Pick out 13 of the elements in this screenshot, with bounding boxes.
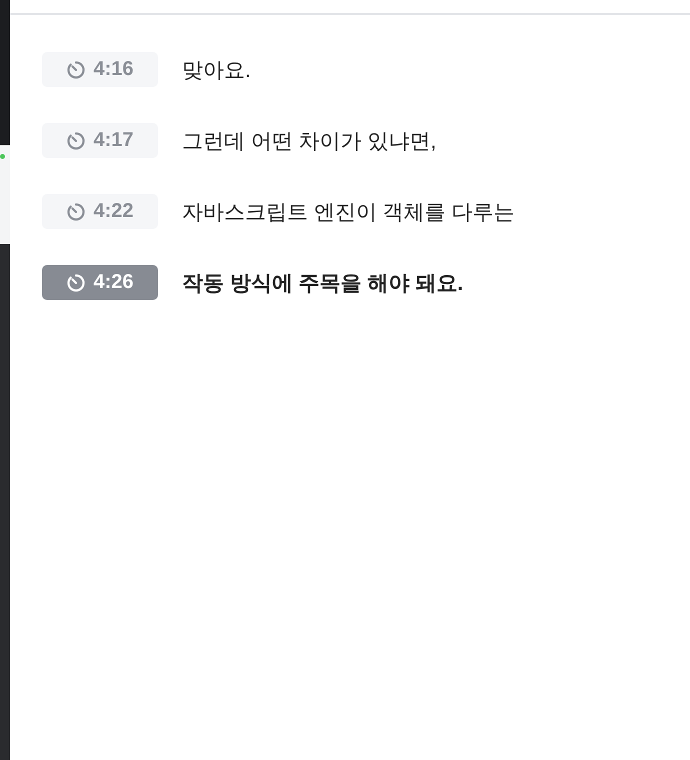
timer-icon xyxy=(66,272,86,292)
timestamp-button[interactable]: 4:26 xyxy=(42,265,158,300)
transcript-line: 자바스크립트 엔진이 객체를 다루는 xyxy=(182,200,515,226)
timestamp-button[interactable]: 4:17 xyxy=(42,123,158,158)
status-dot-icon xyxy=(0,154,5,159)
transcript-line: 맞아요. xyxy=(182,58,251,84)
timestamp-button[interactable]: 4:22 xyxy=(42,194,158,229)
transcript-line: 작동 방식에 주목을 해야 돼요. xyxy=(182,270,464,296)
transcript-line: 그런데 어떤 차이가 있냐면, xyxy=(182,128,436,154)
timer-icon xyxy=(66,130,86,150)
timestamp-button[interactable]: 4:16 xyxy=(42,52,158,87)
timer-icon xyxy=(66,202,86,222)
timer-icon xyxy=(66,60,86,80)
